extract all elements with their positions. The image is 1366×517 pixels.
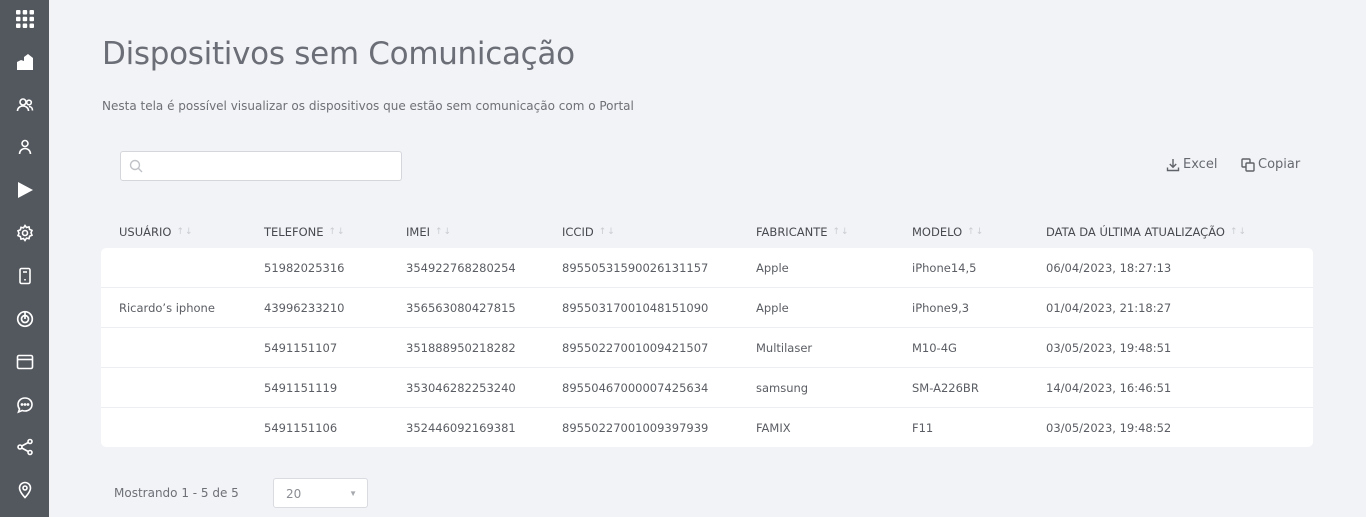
cell-telefone: 5491151107 — [264, 341, 338, 355]
table-row[interactable]: 51982025316 354922768280254 895505315900… — [101, 248, 1313, 288]
table-row[interactable]: 5491151119 353046282253240 8955046700000… — [101, 368, 1313, 408]
sort-arrows-icon[interactable]: ↑↓ — [435, 227, 452, 237]
cell-fabricante: FAMIX — [756, 421, 791, 435]
cell-iccid: 89550227001009397939 — [562, 421, 709, 435]
table-body: 51982025316 354922768280254 895505315900… — [101, 248, 1313, 447]
column-header-data-atualizacao[interactable]: DATA DA ÚLTIMA ATUALIZAÇÃO ↑↓ — [1046, 225, 1247, 239]
cell-data-atualizacao: 06/04/2023, 18:27:13 — [1046, 261, 1172, 275]
cell-telefone: 43996233210 — [264, 301, 345, 315]
table-row[interactable]: Ricardo’s iphone 43996233210 35656308042… — [101, 288, 1313, 328]
cell-modelo: M10-4G — [912, 341, 957, 355]
cell-modelo: iPhone9,3 — [912, 301, 970, 315]
column-header-iccid[interactable]: ICCID ↑↓ — [562, 225, 616, 239]
table-row[interactable]: 5491151106 352446092169381 8955022700100… — [101, 408, 1313, 447]
user-icon[interactable] — [0, 132, 49, 162]
settings-icon[interactable] — [0, 218, 49, 248]
page-title: Dispositivos sem Comunicação — [102, 36, 575, 72]
cell-modelo: F11 — [912, 421, 934, 435]
sort-arrows-icon[interactable]: ↑↓ — [967, 227, 984, 237]
cell-imei: 351888950218282 — [406, 341, 516, 355]
copy-icon — [1241, 157, 1255, 172]
cell-iccid: 89550317001048151090 — [562, 301, 709, 315]
sidebar — [0, 0, 49, 517]
play-icon[interactable] — [0, 175, 49, 205]
cell-modelo: SM-A226BR — [912, 381, 979, 395]
users-icon[interactable] — [0, 90, 49, 120]
cell-data-atualizacao: 14/04/2023, 16:46:51 — [1046, 381, 1172, 395]
copy-label: Copiar — [1258, 157, 1301, 172]
page-size-select[interactable]: 20 ▼ — [273, 478, 368, 508]
download-icon — [1166, 158, 1180, 171]
cell-fabricante: Multilaser — [756, 341, 813, 355]
copy-button[interactable]: Copiar — [1241, 157, 1300, 172]
sort-arrows-icon[interactable]: ↑↓ — [833, 227, 850, 237]
page-description: Nesta tela é possível visualizar os disp… — [102, 99, 634, 113]
chat-icon[interactable] — [0, 390, 49, 420]
cell-imei: 354922768280254 — [406, 261, 516, 275]
column-header-imei[interactable]: IMEI ↑↓ — [406, 225, 452, 239]
cell-imei: 352446092169381 — [406, 421, 516, 435]
table-header: USUÁRIO ↑↓ TELEFONE ↑↓ IMEI ↑↓ ICCID ↑↓ FABR… — [101, 222, 1313, 242]
cell-fabricante: samsung — [756, 381, 809, 395]
sort-arrows-icon[interactable]: ↑↓ — [329, 227, 346, 237]
export-excel-button[interactable]: Excel — [1166, 157, 1217, 172]
search-box[interactable] — [120, 151, 402, 181]
export-excel-label: Excel — [1183, 157, 1218, 172]
cell-modelo: iPhone14,5 — [912, 261, 977, 275]
table-row[interactable]: 5491151107 351888950218282 8955022700100… — [101, 328, 1313, 368]
cell-imei: 356563080427815 — [406, 301, 516, 315]
cell-data-atualizacao: 01/04/2023, 21:18:27 — [1046, 301, 1172, 315]
radar-icon[interactable] — [0, 304, 49, 334]
search-input[interactable] — [147, 152, 397, 180]
cell-telefone: 51982025316 — [264, 261, 345, 275]
cell-data-atualizacao: 03/05/2023, 19:48:52 — [1046, 421, 1172, 435]
sort-arrows-icon[interactable]: ↑↓ — [1230, 227, 1247, 237]
browser-icon[interactable] — [0, 347, 49, 377]
apps-grid-icon[interactable] — [0, 4, 49, 34]
cell-usuario: Ricardo’s iphone — [119, 301, 215, 315]
page-size-value: 20 — [286, 487, 302, 501]
cell-iccid: 89550467000007425634 — [562, 381, 709, 395]
cell-imei: 353046282253240 — [406, 381, 516, 395]
cell-telefone: 5491151106 — [264, 421, 338, 435]
column-header-telefone[interactable]: TELEFONE ↑↓ — [264, 225, 346, 239]
sort-arrows-icon[interactable]: ↑↓ — [176, 227, 193, 237]
column-header-modelo[interactable]: MODELO ↑↓ — [912, 225, 984, 239]
device-icon[interactable] — [0, 261, 49, 291]
cell-iccid: 89550227001009421507 — [562, 341, 709, 355]
location-icon[interactable] — [0, 475, 49, 505]
dashboard-icon[interactable] — [0, 47, 49, 77]
chevron-down-icon: ▼ — [349, 489, 357, 498]
main-content: Dispositivos sem Comunicação Nesta tela … — [49, 0, 1366, 517]
cell-data-atualizacao: 03/05/2023, 19:48:51 — [1046, 341, 1172, 355]
cell-fabricante: Apple — [756, 301, 789, 315]
column-header-usuario[interactable]: USUÁRIO ↑↓ — [119, 225, 194, 239]
cell-fabricante: Apple — [756, 261, 789, 275]
column-header-fabricante[interactable]: FABRICANTE ↑↓ — [756, 225, 850, 239]
share-icon[interactable] — [0, 432, 49, 462]
pagination-summary: Mostrando 1 - 5 de 5 — [114, 486, 239, 500]
cell-iccid: 89550531590026131157 — [562, 261, 709, 275]
cell-telefone: 5491151119 — [264, 381, 338, 395]
sort-arrows-icon[interactable]: ↑↓ — [599, 227, 616, 237]
search-icon — [129, 159, 143, 173]
